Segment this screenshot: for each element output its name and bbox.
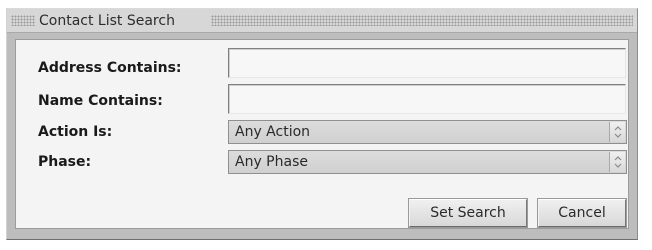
action-label: Action Is: (38, 124, 113, 140)
window-title: Contact List Search (39, 13, 175, 29)
phase-label: Phase: (38, 154, 92, 170)
name-input[interactable] (228, 84, 626, 114)
phase-select-value: Any Phase (235, 154, 308, 170)
action-select-value: Any Action (235, 124, 311, 140)
up-down-chevron-icon[interactable] (609, 152, 625, 172)
title-grip-icon (211, 15, 633, 26)
address-input[interactable] (228, 48, 626, 78)
set-search-button[interactable]: Set Search (408, 198, 528, 228)
title-bar[interactable]: Contact List Search (7, 9, 637, 33)
search-form: Address Contains: Name Contains: Action … (15, 39, 629, 229)
action-select[interactable]: Any Action (228, 120, 627, 144)
name-label: Name Contains: (38, 93, 163, 109)
phase-select[interactable]: Any Phase (228, 150, 627, 174)
cancel-button[interactable]: Cancel (537, 198, 627, 228)
contact-list-search-window: Contact List Search Address Contains: Na… (6, 8, 638, 240)
address-label: Address Contains: (38, 60, 182, 76)
up-down-chevron-icon[interactable] (609, 122, 625, 142)
title-grip-icon (11, 15, 35, 26)
